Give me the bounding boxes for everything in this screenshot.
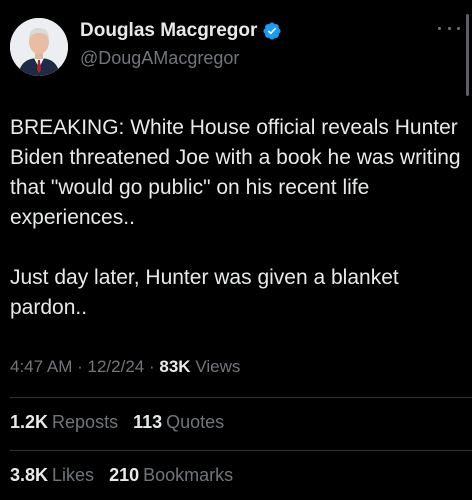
- engagement-row-likes-bookmarks: 3.8K Likes 210 Bookmarks: [10, 465, 233, 486]
- verified-badge-icon[interactable]: [262, 21, 282, 41]
- author-name-row: Douglas Macgregor: [80, 20, 282, 42]
- tweet-date[interactable]: 12/2/24: [88, 357, 145, 376]
- more-options-icon[interactable]: [438, 22, 460, 34]
- bookmarks-stat[interactable]: 210 Bookmarks: [109, 465, 233, 485]
- quotes-count: 113: [133, 412, 163, 432]
- divider: [10, 397, 472, 398]
- reposts-stat[interactable]: 1.2K Reposts: [10, 412, 118, 432]
- reposts-count: 1.2K: [10, 412, 49, 432]
- likes-stat[interactable]: 3.8K Likes: [10, 465, 94, 485]
- author-handle[interactable]: @DougAMacgregor: [80, 48, 239, 69]
- avatar[interactable]: [10, 18, 68, 76]
- divider: [10, 450, 472, 451]
- avatar-image: [10, 18, 68, 76]
- tweet-paragraph: BREAKING: White House official reveals H…: [10, 116, 461, 229]
- scrollbar[interactable]: [466, 14, 469, 96]
- tweet-text: BREAKING: White House official reveals H…: [10, 113, 462, 323]
- bookmarks-count: 210: [109, 465, 140, 485]
- reposts-label: Reposts: [52, 412, 119, 432]
- likes-count: 3.8K: [10, 465, 49, 485]
- meta-separator: ·: [148, 357, 155, 376]
- tweet-meta: 4:47 AM · 12/2/24 · 83K Views: [10, 357, 240, 377]
- engagement-row-reposts-quotes: 1.2K Reposts 113 Quotes: [10, 412, 224, 433]
- likes-label: Likes: [52, 465, 95, 485]
- tweet-card: Douglas Macgregor @DougAMacgregor BREAKI…: [0, 0, 472, 500]
- author-name[interactable]: Douglas Macgregor: [80, 20, 257, 42]
- quotes-label: Quotes: [166, 412, 225, 432]
- tweet-paragraph: Just day later, Hunter was given a blank…: [10, 266, 399, 319]
- views-count: 83K: [159, 357, 191, 376]
- quotes-stat[interactable]: 113 Quotes: [133, 412, 224, 432]
- tweet-time[interactable]: 4:47 AM: [10, 357, 72, 376]
- views-label: Views: [195, 357, 241, 376]
- meta-separator: ·: [77, 357, 83, 376]
- bookmarks-label: Bookmarks: [143, 465, 234, 485]
